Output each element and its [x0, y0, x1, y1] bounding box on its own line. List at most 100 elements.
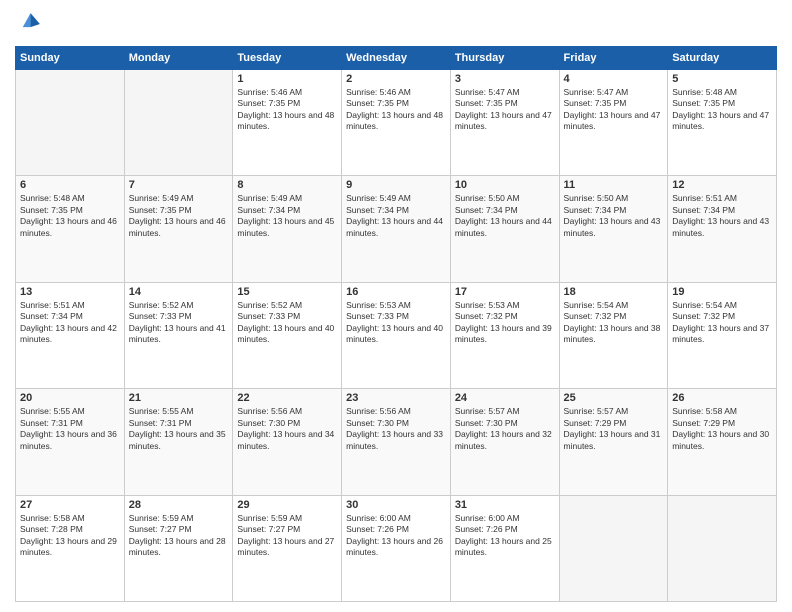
header-row: SundayMondayTuesdayWednesdayThursdayFrid…: [16, 47, 777, 70]
weekday-header: Monday: [124, 47, 233, 70]
weekday-header: Sunday: [16, 47, 125, 70]
calendar-cell: 2 Sunrise: 5:46 AM Sunset: 7:35 PM Daylig…: [342, 70, 451, 176]
day-number: 21: [129, 392, 229, 404]
cell-content: Sunrise: 5:47 AM Sunset: 7:35 PM Dayligh…: [564, 87, 664, 133]
day-number: 7: [129, 179, 229, 191]
day-number: 5: [672, 73, 772, 85]
calendar-cell: 11 Sunrise: 5:50 AM Sunset: 7:34 PM Dayli…: [559, 176, 668, 282]
calendar-cell: 26 Sunrise: 5:58 AM Sunset: 7:29 PM Dayli…: [668, 389, 777, 495]
cell-content: Sunrise: 5:55 AM Sunset: 7:31 PM Dayligh…: [129, 406, 229, 452]
cell-content: Sunrise: 5:52 AM Sunset: 7:33 PM Dayligh…: [129, 300, 229, 346]
cell-content: Sunrise: 5:55 AM Sunset: 7:31 PM Dayligh…: [20, 406, 120, 452]
cell-content: Sunrise: 5:52 AM Sunset: 7:33 PM Dayligh…: [237, 300, 337, 346]
logo-icon: [15, 10, 43, 38]
calendar-cell: 28Sunrise: 5:59 AM Sunset: 7:27 PM Dayli…: [124, 495, 233, 601]
cell-content: Sunrise: 5:58 AM Sunset: 7:28 PM Dayligh…: [20, 513, 120, 559]
calendar-week-row: 6Sunrise: 5:48 AM Sunset: 7:35 PM Daylig…: [16, 176, 777, 282]
calendar-cell: 13Sunrise: 5:51 AM Sunset: 7:34 PM Dayli…: [16, 282, 125, 388]
calendar-cell: [668, 495, 777, 601]
cell-content: Sunrise: 5:46 AM Sunset: 7:35 PM Dayligh…: [237, 87, 337, 133]
weekday-header: Friday: [559, 47, 668, 70]
cell-content: Sunrise: 5:49 AM Sunset: 7:35 PM Dayligh…: [129, 193, 229, 239]
calendar-cell: 20 Sunrise: 5:55 AM Sunset: 7:31 PM Dayli…: [16, 389, 125, 495]
calendar-cell: 9 Sunrise: 5:49 AM Sunset: 7:34 PM Daylig…: [342, 176, 451, 282]
day-number: 29: [237, 499, 337, 511]
calendar-cell: [16, 70, 125, 176]
cell-content: Sunrise: 6:00 AM Sunset: 7:26 PM Dayligh…: [455, 513, 555, 559]
calendar-cell: 22Sunrise: 5:56 AM Sunset: 7:30 PM Dayli…: [233, 389, 342, 495]
cell-content: Sunrise: 5:50 AM Sunset: 7:34 PM Dayligh…: [564, 193, 664, 239]
cell-content: Sunrise: 5:50 AM Sunset: 7:34 PM Dayligh…: [455, 193, 555, 239]
calendar-cell: [124, 70, 233, 176]
day-number: 2: [346, 73, 446, 85]
day-number: 17: [455, 286, 555, 298]
day-number: 8: [237, 179, 337, 191]
calendar-cell: 29 Sunrise: 5:59 AM Sunset: 7:27 PM Dayli…: [233, 495, 342, 601]
calendar-cell: 15 Sunrise: 5:52 AM Sunset: 7:33 PM Dayli…: [233, 282, 342, 388]
calendar-cell: 6Sunrise: 5:48 AM Sunset: 7:35 PM Daylig…: [16, 176, 125, 282]
calendar-cell: 31 Sunrise: 6:00 AM Sunset: 7:26 PM Dayli…: [450, 495, 559, 601]
day-number: 9: [346, 179, 446, 191]
calendar-cell: 18 Sunrise: 5:54 AM Sunset: 7:32 PM Dayli…: [559, 282, 668, 388]
day-number: 22: [237, 392, 337, 404]
calendar-cell: 23Sunrise: 5:56 AM Sunset: 7:30 PM Dayli…: [342, 389, 451, 495]
calendar-cell: 25Sunrise: 5:57 AM Sunset: 7:29 PM Dayli…: [559, 389, 668, 495]
day-number: 27: [20, 499, 120, 511]
calendar-cell: 1 Sunrise: 5:46 AM Sunset: 7:35 PM Daylig…: [233, 70, 342, 176]
cell-content: Sunrise: 5:51 AM Sunset: 7:34 PM Dayligh…: [672, 193, 772, 239]
calendar-cell: 30 Sunrise: 6:00 AM Sunset: 7:26 PM Dayli…: [342, 495, 451, 601]
calendar-cell: 12 Sunrise: 5:51 AM Sunset: 7:34 PM Dayli…: [668, 176, 777, 282]
day-number: 28: [129, 499, 229, 511]
calendar-cell: 27 Sunrise: 5:58 AM Sunset: 7:28 PM Dayli…: [16, 495, 125, 601]
cell-content: Sunrise: 5:54 AM Sunset: 7:32 PM Dayligh…: [564, 300, 664, 346]
calendar-cell: 19 Sunrise: 5:54 AM Sunset: 7:32 PM Dayli…: [668, 282, 777, 388]
cell-content: Sunrise: 5:46 AM Sunset: 7:35 PM Dayligh…: [346, 87, 446, 133]
calendar-table: SundayMondayTuesdayWednesdayThursdayFrid…: [15, 46, 777, 602]
calendar-cell: 21 Sunrise: 5:55 AM Sunset: 7:31 PM Dayli…: [124, 389, 233, 495]
day-number: 11: [564, 179, 664, 191]
day-number: 15: [237, 286, 337, 298]
header: [15, 10, 777, 38]
calendar-week-row: 20 Sunrise: 5:55 AM Sunset: 7:31 PM Dayli…: [16, 389, 777, 495]
cell-content: Sunrise: 5:49 AM Sunset: 7:34 PM Dayligh…: [346, 193, 446, 239]
calendar-cell: 5 Sunrise: 5:48 AM Sunset: 7:35 PM Daylig…: [668, 70, 777, 176]
calendar-week-row: 1 Sunrise: 5:46 AM Sunset: 7:35 PM Daylig…: [16, 70, 777, 176]
day-number: 20: [20, 392, 120, 404]
calendar-cell: 16Sunrise: 5:53 AM Sunset: 7:33 PM Dayli…: [342, 282, 451, 388]
page: SundayMondayTuesdayWednesdayThursdayFrid…: [0, 0, 792, 612]
cell-content: Sunrise: 5:54 AM Sunset: 7:32 PM Dayligh…: [672, 300, 772, 346]
calendar-week-row: 13Sunrise: 5:51 AM Sunset: 7:34 PM Dayli…: [16, 282, 777, 388]
cell-content: Sunrise: 5:58 AM Sunset: 7:29 PM Dayligh…: [672, 406, 772, 452]
cell-content: Sunrise: 5:47 AM Sunset: 7:35 PM Dayligh…: [455, 87, 555, 133]
day-number: 3: [455, 73, 555, 85]
weekday-header: Wednesday: [342, 47, 451, 70]
day-number: 30: [346, 499, 446, 511]
logo: [15, 10, 47, 38]
day-number: 14: [129, 286, 229, 298]
calendar-cell: 24Sunrise: 5:57 AM Sunset: 7:30 PM Dayli…: [450, 389, 559, 495]
cell-content: Sunrise: 5:51 AM Sunset: 7:34 PM Dayligh…: [20, 300, 120, 346]
day-number: 24: [455, 392, 555, 404]
day-number: 26: [672, 392, 772, 404]
cell-content: Sunrise: 5:59 AM Sunset: 7:27 PM Dayligh…: [237, 513, 337, 559]
day-number: 12: [672, 179, 772, 191]
cell-content: Sunrise: 6:00 AM Sunset: 7:26 PM Dayligh…: [346, 513, 446, 559]
day-number: 6: [20, 179, 120, 191]
day-number: 31: [455, 499, 555, 511]
calendar-cell: [559, 495, 668, 601]
day-number: 10: [455, 179, 555, 191]
cell-content: Sunrise: 5:57 AM Sunset: 7:29 PM Dayligh…: [564, 406, 664, 452]
day-number: 4: [564, 73, 664, 85]
weekday-header: Tuesday: [233, 47, 342, 70]
calendar-cell: 4 Sunrise: 5:47 AM Sunset: 7:35 PM Daylig…: [559, 70, 668, 176]
day-number: 1: [237, 73, 337, 85]
cell-content: Sunrise: 5:53 AM Sunset: 7:33 PM Dayligh…: [346, 300, 446, 346]
day-number: 19: [672, 286, 772, 298]
day-number: 18: [564, 286, 664, 298]
calendar-cell: 7 Sunrise: 5:49 AM Sunset: 7:35 PM Daylig…: [124, 176, 233, 282]
cell-content: Sunrise: 5:48 AM Sunset: 7:35 PM Dayligh…: [672, 87, 772, 133]
cell-content: Sunrise: 5:56 AM Sunset: 7:30 PM Dayligh…: [346, 406, 446, 452]
cell-content: Sunrise: 5:53 AM Sunset: 7:32 PM Dayligh…: [455, 300, 555, 346]
calendar-cell: 8Sunrise: 5:49 AM Sunset: 7:34 PM Daylig…: [233, 176, 342, 282]
calendar-cell: 14 Sunrise: 5:52 AM Sunset: 7:33 PM Dayli…: [124, 282, 233, 388]
